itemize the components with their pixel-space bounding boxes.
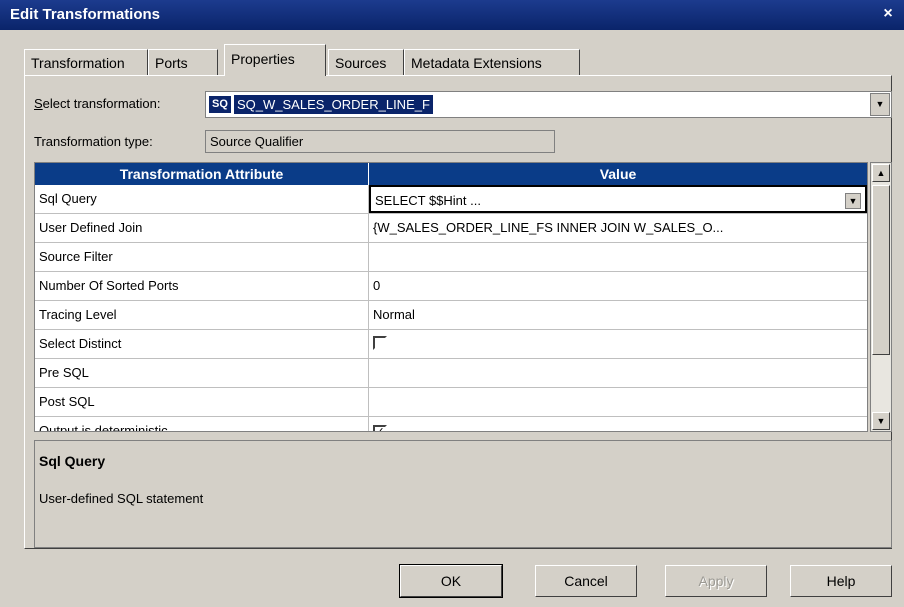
- expand-editor-icon[interactable]: ▼: [845, 193, 861, 209]
- transformation-type-field: Source Qualifier: [205, 130, 555, 153]
- table-row[interactable]: Sql Query SELECT $$Hint ... ▼: [35, 185, 867, 214]
- value-cell[interactable]: [369, 359, 867, 387]
- attribute-cell: Source Filter: [35, 243, 369, 271]
- close-icon[interactable]: ×: [880, 6, 896, 22]
- table-row[interactable]: Number Of Sorted Ports 0: [35, 272, 867, 301]
- ok-label: OK: [440, 573, 462, 589]
- select-transformation-combo[interactable]: SQ SQ_W_SALES_ORDER_LINE_F ▼: [205, 91, 892, 118]
- scroll-up-icon[interactable]: ▲: [872, 164, 890, 182]
- value-cell[interactable]: [369, 243, 867, 271]
- sql-query-value: SELECT $$Hint ...: [375, 193, 481, 208]
- table-row[interactable]: Tracing Level Normal: [35, 301, 867, 330]
- select-distinct-checkbox[interactable]: [373, 336, 387, 350]
- description-text: User-defined SQL statement: [39, 491, 204, 506]
- scroll-down-icon[interactable]: ▼: [872, 412, 890, 430]
- attributes-grid: Transformation Attribute Value Sql Query…: [34, 162, 868, 432]
- value-cell[interactable]: [369, 388, 867, 416]
- tab-ports[interactable]: Ports: [148, 49, 218, 75]
- table-row[interactable]: User Defined Join {W_SALES_ORDER_LINE_FS…: [35, 214, 867, 243]
- window-title: Edit Transformations: [10, 6, 161, 23]
- select-transformation-label: Select transformation:: [34, 96, 161, 111]
- attribute-cell: Output is deterministic: [35, 417, 369, 431]
- column-header-value[interactable]: Value: [369, 163, 867, 185]
- apply-button: Apply: [665, 565, 767, 597]
- value-cell[interactable]: ✓: [369, 417, 867, 431]
- attribute-cell: User Defined Join: [35, 214, 369, 242]
- description-title: Sql Query: [39, 453, 106, 469]
- attribute-cell: Number Of Sorted Ports: [35, 272, 369, 300]
- attribute-cell: Sql Query: [35, 185, 369, 213]
- output-deterministic-checkbox[interactable]: ✓: [373, 425, 387, 431]
- tab-sources[interactable]: Sources: [328, 49, 404, 75]
- description-panel: Sql Query User-defined SQL statement: [34, 440, 892, 548]
- table-row[interactable]: Output is deterministic ✓: [35, 417, 867, 431]
- value-cell[interactable]: {W_SALES_ORDER_LINE_FS INNER JOIN W_SALE…: [369, 214, 867, 242]
- table-row[interactable]: Pre SQL: [35, 359, 867, 388]
- attribute-cell: Select Distinct: [35, 330, 369, 358]
- cancel-label: Cancel: [564, 573, 608, 589]
- selected-transformation: SQ_W_SALES_ORDER_LINE_F: [234, 95, 433, 114]
- grid-scrollbar[interactable]: ▲ ▼: [870, 162, 892, 432]
- attribute-cell: Pre SQL: [35, 359, 369, 387]
- table-row[interactable]: Post SQL: [35, 388, 867, 417]
- transformation-type-label: Transformation type:: [34, 134, 153, 149]
- help-label: Help: [826, 573, 856, 589]
- ok-button[interactable]: OK: [399, 564, 503, 598]
- chevron-down-icon[interactable]: ▼: [870, 93, 890, 116]
- tab-metadata-extensions[interactable]: Metadata Extensions: [404, 49, 580, 75]
- tab-transformation[interactable]: Transformation: [24, 49, 148, 75]
- cancel-button[interactable]: Cancel: [535, 565, 637, 597]
- help-button[interactable]: Help: [790, 565, 892, 597]
- tab-properties[interactable]: Properties: [224, 44, 326, 76]
- table-row[interactable]: Select Distinct: [35, 330, 867, 359]
- column-header-attribute[interactable]: Transformation Attribute: [35, 163, 368, 185]
- value-cell[interactable]: 0: [369, 272, 867, 300]
- value-cell[interactable]: SELECT $$Hint ... ▼: [369, 185, 867, 213]
- value-cell[interactable]: [369, 330, 867, 358]
- attribute-cell: Tracing Level: [35, 301, 369, 329]
- title-bar: Edit Transformations ×: [0, 0, 904, 30]
- attribute-cell: Post SQL: [35, 388, 369, 416]
- value-cell[interactable]: Normal: [369, 301, 867, 329]
- table-row[interactable]: Source Filter: [35, 243, 867, 272]
- apply-label: Apply: [698, 573, 734, 589]
- source-qualifier-icon: SQ: [209, 96, 231, 113]
- scroll-thumb[interactable]: [872, 185, 890, 355]
